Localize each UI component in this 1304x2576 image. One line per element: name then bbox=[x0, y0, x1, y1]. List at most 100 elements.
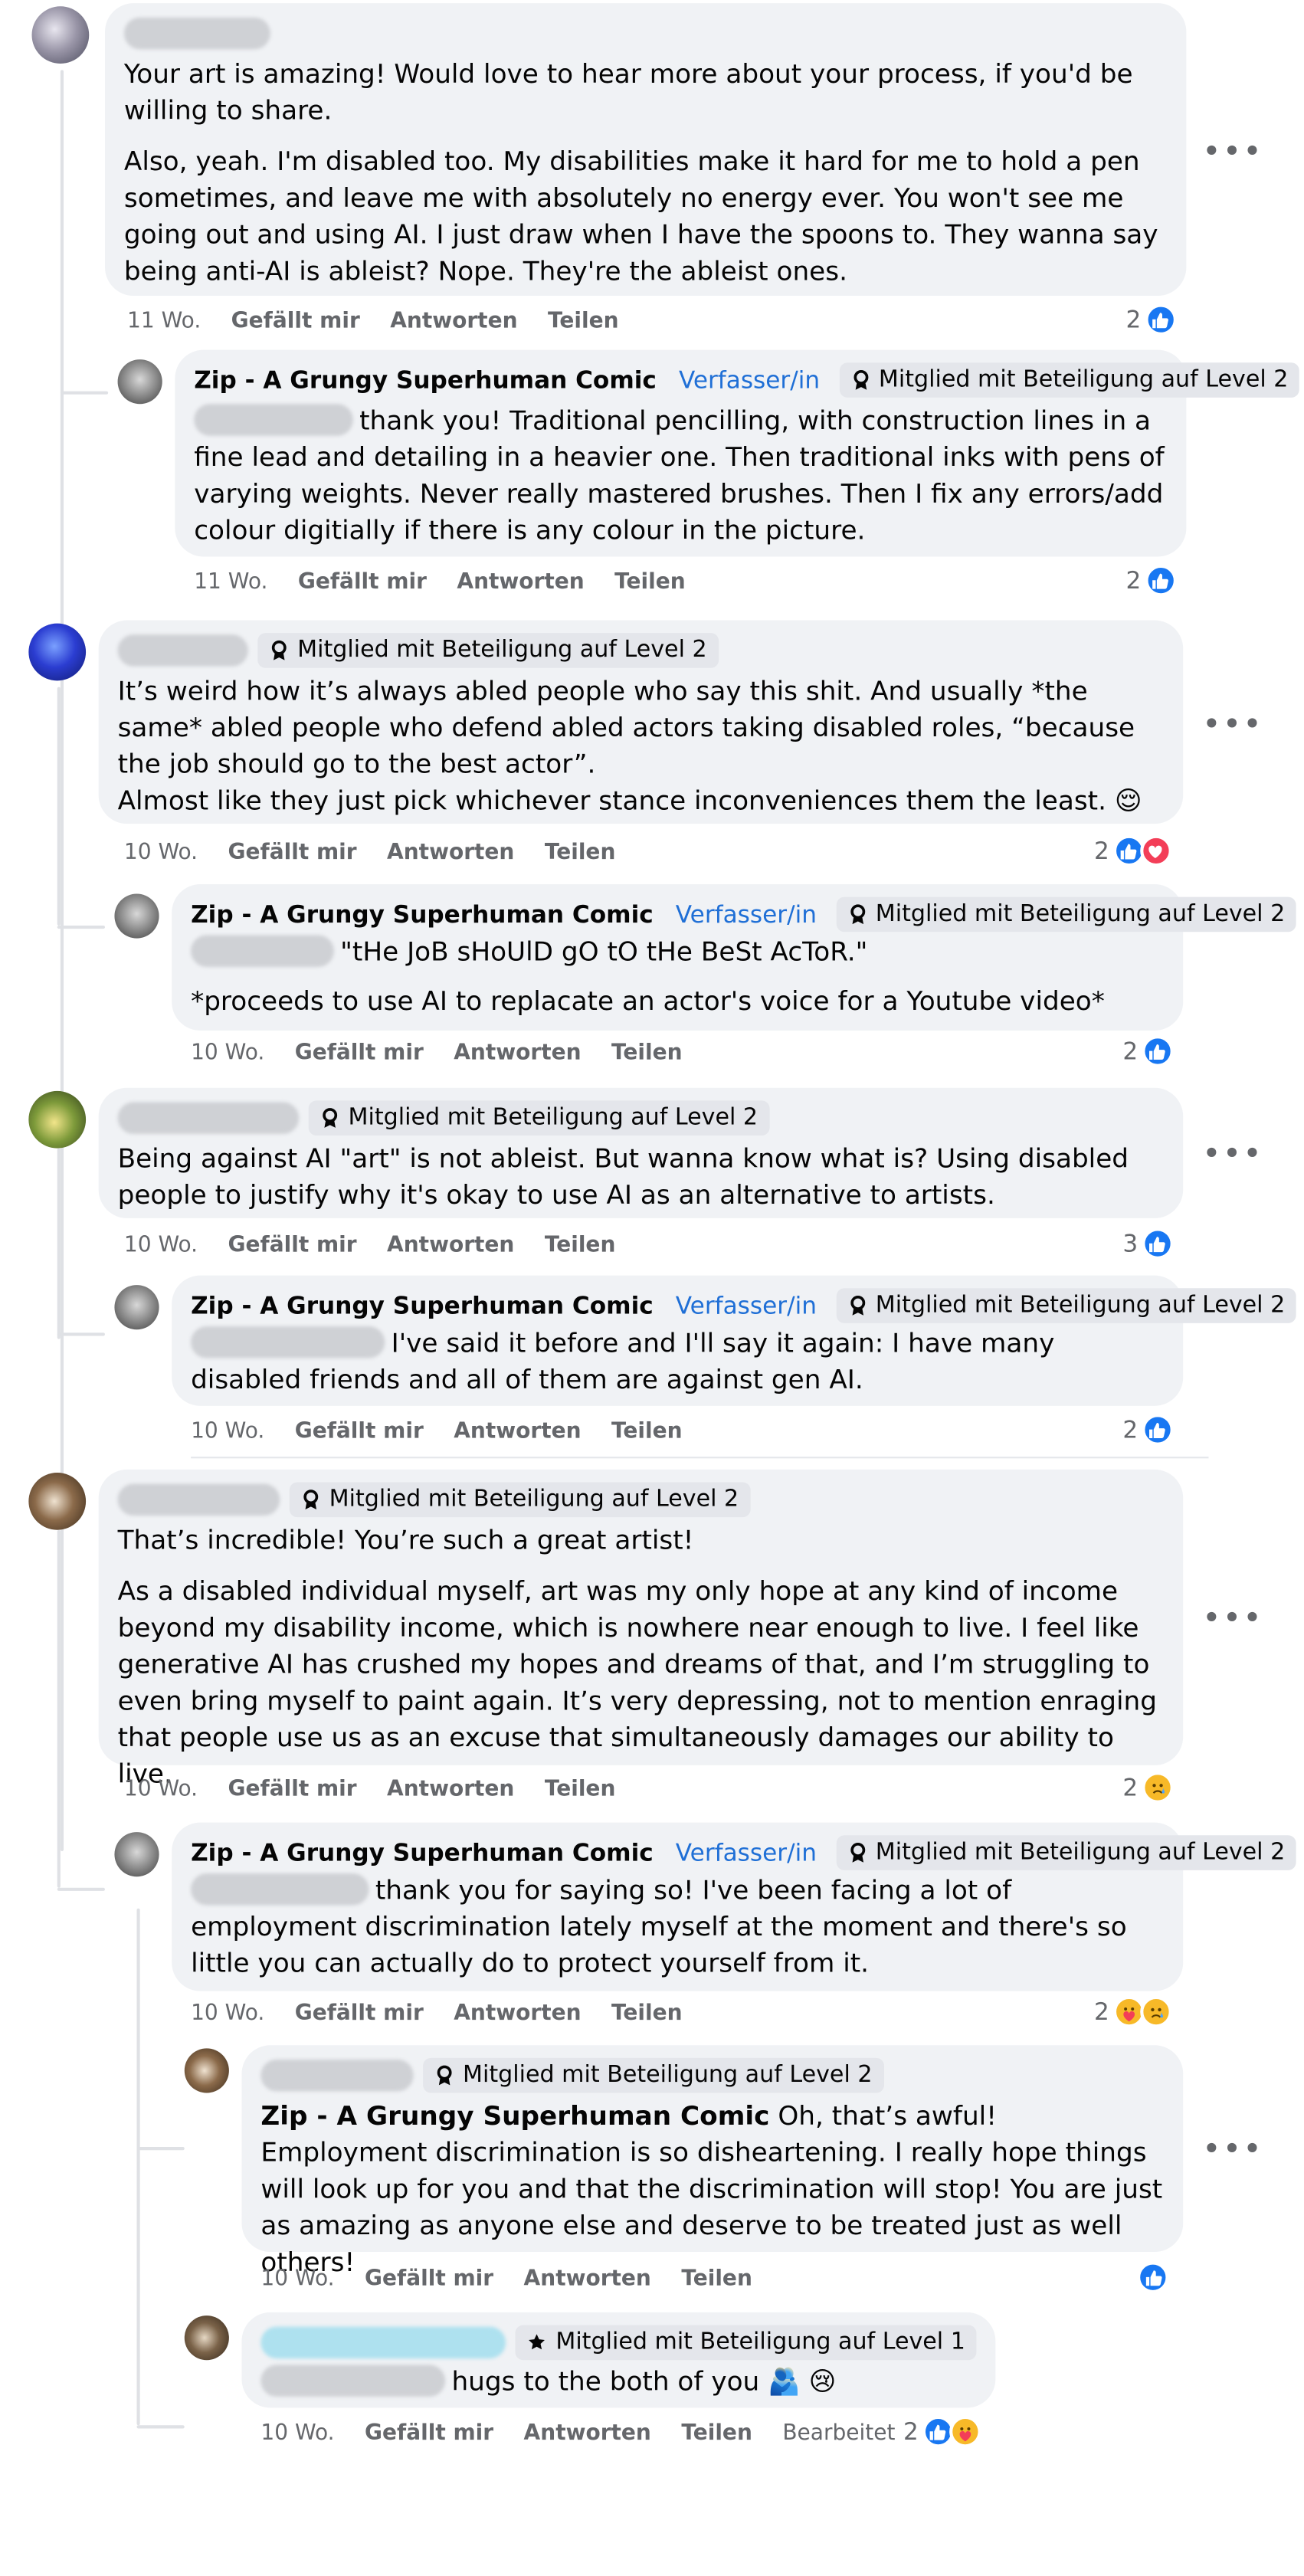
timestamp[interactable]: 11 Wo. bbox=[127, 309, 201, 334]
avatar[interactable] bbox=[28, 623, 87, 681]
reply-button[interactable]: Antworten bbox=[454, 1418, 581, 1444]
timestamp[interactable]: 10 Wo. bbox=[260, 2420, 334, 2446]
reply-button[interactable]: Antworten bbox=[387, 840, 514, 865]
level-badge: Mitglied mit Beteiligung auf Level 2 bbox=[835, 1835, 1296, 1870]
avatar[interactable] bbox=[117, 359, 162, 405]
level-badge-label: Mitglied mit Beteiligung auf Level 1 bbox=[555, 2329, 965, 2355]
comment-text: hugs to the both of you bbox=[451, 2366, 760, 2397]
comment-text: Almost like they just pick whichever sta… bbox=[117, 785, 1142, 816]
redacted-username[interactable] bbox=[117, 1483, 280, 1516]
like-button[interactable]: Gefällt mir bbox=[231, 309, 360, 334]
like-button[interactable]: Gefällt mir bbox=[295, 2001, 424, 2026]
like-button[interactable]: Gefällt mir bbox=[365, 2266, 493, 2292]
reaction-summary[interactable]: 2 bbox=[1122, 1034, 1173, 1069]
reaction-summary[interactable]: 2 bbox=[1122, 1412, 1173, 1447]
more-icon[interactable]: ••• bbox=[1202, 1137, 1263, 1169]
like-button[interactable]: Gefällt mir bbox=[228, 1776, 357, 1801]
reaction-summary[interactable]: 2 bbox=[1094, 1994, 1171, 2030]
more-icon[interactable]: ••• bbox=[1202, 708, 1263, 740]
redacted-mention[interactable] bbox=[191, 1873, 369, 1906]
redacted-username[interactable] bbox=[123, 17, 270, 50]
mention-link[interactable]: Zip - A Grungy Superhuman Comic bbox=[260, 2101, 769, 2131]
comment-thread: Your art is amazing! Would love to hear … bbox=[0, 0, 1304, 2576]
redacted-mention[interactable] bbox=[194, 404, 353, 436]
avatar[interactable] bbox=[28, 1473, 87, 1530]
redacted-username[interactable] bbox=[260, 2059, 414, 2092]
avatar[interactable] bbox=[28, 1090, 87, 1149]
like-button[interactable]: Gefällt mir bbox=[298, 569, 427, 595]
thread-branch bbox=[60, 391, 109, 395]
like-button[interactable]: Gefällt mir bbox=[228, 840, 357, 865]
badge-icon bbox=[303, 1490, 319, 1510]
timestamp[interactable]: 10 Wo. bbox=[191, 1040, 264, 1065]
level-badge: Mitglied mit Beteiligung auf Level 2 bbox=[257, 633, 719, 668]
share-button[interactable]: Teilen bbox=[611, 2001, 683, 2026]
like-button[interactable]: Gefällt mir bbox=[295, 1040, 424, 1065]
redacted-username[interactable] bbox=[117, 1102, 300, 1134]
author-name[interactable]: Zip - A Grungy Superhuman Comic bbox=[194, 365, 657, 394]
share-button[interactable]: Teilen bbox=[611, 1040, 683, 1065]
reaction-summary[interactable]: 2 bbox=[1094, 834, 1171, 869]
like-button[interactable]: Gefällt mir bbox=[228, 1233, 357, 1258]
avatar[interactable] bbox=[114, 893, 159, 939]
reaction-summary[interactable] bbox=[1137, 2260, 1169, 2295]
level-badge: Mitglied mit Beteiligung auf Level 2 bbox=[423, 2057, 884, 2093]
author-badge: Verfasser/in bbox=[675, 900, 817, 929]
timestamp[interactable]: 11 Wo. bbox=[194, 569, 267, 595]
timestamp[interactable]: 10 Wo. bbox=[124, 840, 198, 865]
share-button[interactable]: Teilen bbox=[545, 840, 616, 865]
reaction-summary[interactable]: 2 bbox=[1126, 563, 1177, 598]
author-name[interactable]: Zip - A Grungy Superhuman Comic bbox=[191, 1291, 654, 1319]
avatar[interactable] bbox=[114, 1285, 159, 1330]
redacted-username[interactable] bbox=[260, 2326, 507, 2359]
avatar[interactable] bbox=[31, 6, 90, 64]
reaction-summary[interactable]: 2 bbox=[903, 2414, 981, 2450]
timestamp[interactable]: 10 Wo. bbox=[124, 1776, 198, 1801]
timestamp[interactable]: 10 Wo. bbox=[191, 2001, 264, 2026]
share-button[interactable]: Teilen bbox=[614, 569, 686, 595]
like-button[interactable]: Gefällt mir bbox=[295, 1418, 424, 1444]
more-icon[interactable]: ••• bbox=[1202, 1601, 1263, 1634]
reaction-summary[interactable]: 2 bbox=[1126, 302, 1177, 337]
redacted-mention[interactable] bbox=[191, 935, 334, 967]
reaction-summary[interactable]: 3 bbox=[1122, 1226, 1173, 1261]
reply-button[interactable]: Antworten bbox=[390, 309, 517, 334]
avatar[interactable] bbox=[184, 2315, 229, 2361]
timestamp[interactable]: 10 Wo. bbox=[124, 1233, 198, 1258]
thread-branch bbox=[136, 2425, 185, 2429]
reply-button[interactable]: Antworten bbox=[524, 2266, 651, 2292]
avatar[interactable] bbox=[184, 2048, 229, 2093]
avatar[interactable] bbox=[114, 1832, 159, 1877]
like-icon bbox=[1144, 564, 1177, 597]
share-button[interactable]: Teilen bbox=[545, 1233, 616, 1258]
reply-button[interactable]: Antworten bbox=[524, 2420, 651, 2446]
comment-bubble: Mitglied mit Beteiligung auf Level 2 It’… bbox=[98, 620, 1184, 824]
timestamp[interactable]: 10 Wo. bbox=[191, 1418, 264, 1444]
like-button[interactable]: Gefällt mir bbox=[365, 2420, 493, 2446]
timestamp[interactable]: 10 Wo. bbox=[260, 2266, 334, 2292]
reply-button[interactable]: Antworten bbox=[454, 1040, 581, 1065]
more-icon[interactable]: ••• bbox=[1202, 2132, 1263, 2165]
share-button[interactable]: Teilen bbox=[681, 2266, 752, 2292]
reply-button[interactable]: Antworten bbox=[457, 569, 584, 595]
author-name[interactable]: Zip - A Grungy Superhuman Comic bbox=[191, 1838, 654, 1866]
level-badge-label: Mitglied mit Beteiligung auf Level 2 bbox=[875, 901, 1286, 928]
share-button[interactable]: Teilen bbox=[681, 2420, 752, 2446]
sad-icon bbox=[1139, 1995, 1171, 2028]
reply-button[interactable]: Antworten bbox=[387, 1233, 514, 1258]
reaction-summary[interactable]: 2 bbox=[1122, 1770, 1173, 1805]
comment-actions: 10 Wo. Gefällt mir Antworten Teilen bbox=[191, 1415, 682, 1447]
redacted-mention[interactable] bbox=[191, 1326, 385, 1358]
reply-button[interactable]: Antworten bbox=[454, 2001, 581, 2026]
share-button[interactable]: Teilen bbox=[611, 1418, 683, 1444]
author-name[interactable]: Zip - A Grungy Superhuman Comic bbox=[191, 900, 654, 929]
like-icon bbox=[1141, 1414, 1173, 1446]
comment-bubble: Mitglied mit Beteiligung auf Level 1 hug… bbox=[241, 2312, 996, 2408]
more-icon[interactable]: ••• bbox=[1202, 135, 1263, 167]
share-button[interactable]: Teilen bbox=[545, 1776, 616, 1801]
redacted-mention[interactable] bbox=[260, 2365, 446, 2397]
share-button[interactable]: Teilen bbox=[548, 309, 619, 334]
redacted-username[interactable] bbox=[117, 634, 248, 667]
reply-button[interactable]: Antworten bbox=[387, 1776, 514, 1801]
like-icon bbox=[1141, 1227, 1173, 1260]
